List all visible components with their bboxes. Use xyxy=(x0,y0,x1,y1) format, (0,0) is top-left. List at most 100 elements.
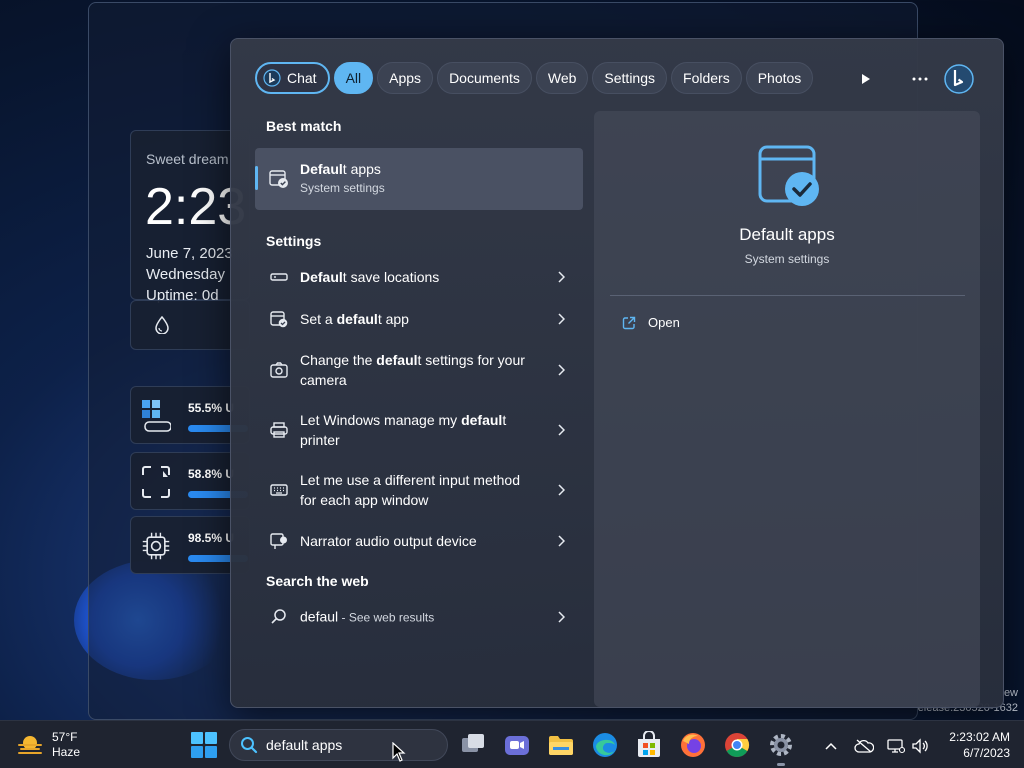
filter-chat-label: Chat xyxy=(287,70,317,86)
filter-photos[interactable]: Photos xyxy=(745,62,814,94)
chevron-right-icon xyxy=(558,484,565,496)
cloud-off-icon xyxy=(854,739,874,753)
weather-temp: 57°F xyxy=(52,730,78,744)
task-view-icon[interactable] xyxy=(459,731,487,759)
file-explorer-icon[interactable] xyxy=(547,731,575,759)
setting-label: Default save locations xyxy=(300,269,440,285)
running-indicator xyxy=(777,763,785,766)
best-match-subtitle: System settings xyxy=(300,181,385,195)
firefox-icon[interactable] xyxy=(679,731,707,759)
options-button[interactable] xyxy=(903,62,937,96)
setting-narrator-output[interactable]: Narrator audio output device xyxy=(255,520,583,562)
mouse-cursor-icon xyxy=(392,742,406,762)
onedrive-tray[interactable] xyxy=(853,735,875,757)
setting-camera-default[interactable]: Change the default settings for your cam… xyxy=(255,340,583,400)
default-apps-icon xyxy=(270,311,288,328)
bing-button[interactable] xyxy=(942,62,976,96)
volume-tray[interactable] xyxy=(909,735,931,757)
best-match-title: Default apps xyxy=(300,161,381,177)
filter-documents[interactable]: Documents xyxy=(437,62,532,94)
narrator-icon xyxy=(270,533,287,549)
setting-set-default-app[interactable]: Set a default app xyxy=(255,298,583,340)
open-label: Open xyxy=(648,315,680,330)
setting-label: Change the default settings for your cam… xyxy=(300,352,525,388)
open-external-icon xyxy=(622,316,636,329)
setting-input-method[interactable]: Let me use a different input method for … xyxy=(255,460,583,520)
default-apps-icon xyxy=(758,145,819,206)
clock-date: 6/7/2023 xyxy=(963,746,1010,760)
preview-subtitle: System settings xyxy=(744,252,830,266)
microsoft-store-icon[interactable] xyxy=(635,731,663,759)
taskbar-search-box[interactable] xyxy=(229,729,448,761)
chevron-right-icon xyxy=(558,535,565,547)
taskbar: 57°F Haze default apps 2:23:02 AM 6/7/20… xyxy=(0,720,1024,768)
clock-time: 2:23:02 AM xyxy=(949,730,1010,744)
edge-icon[interactable] xyxy=(591,731,619,759)
web-search-label: defaul - See web results xyxy=(300,608,435,625)
search-web-header: Search the web xyxy=(266,573,369,589)
widget-greeting: Sweet dream xyxy=(146,151,229,167)
cpu-usage: 98.5% U xyxy=(188,531,235,545)
water-drop-icon xyxy=(155,316,169,334)
haze-icon xyxy=(18,736,42,754)
setting-default-printer[interactable]: Let Windows manage my default printer xyxy=(255,400,583,460)
web-search-result[interactable]: defaul - See web results xyxy=(255,596,583,638)
printer-icon xyxy=(270,422,288,438)
search-results: Best match Default apps System settings … xyxy=(255,111,591,638)
bing-chat-icon xyxy=(263,69,281,87)
system-widget: Sweet dream 2:23 June 7, 2023 Wednesday … xyxy=(130,130,250,575)
open-button[interactable]: Open xyxy=(622,315,680,330)
filter-folders[interactable]: Folders xyxy=(671,62,742,94)
chevron-right-icon xyxy=(558,313,565,325)
storage-bar-icon xyxy=(270,273,288,281)
bing-icon xyxy=(944,64,974,94)
preview-divider xyxy=(610,295,965,296)
setting-default-save-locations[interactable]: Default save locations xyxy=(255,256,583,298)
preview-title: Default apps xyxy=(739,225,835,244)
teams-chat-icon[interactable] xyxy=(503,731,531,759)
settings-gear-icon[interactable] xyxy=(767,731,795,759)
camera-icon xyxy=(270,362,288,378)
setting-label: Let Windows manage my default printer xyxy=(300,412,507,448)
setting-label: Set a default app xyxy=(300,311,409,327)
network-tray[interactable] xyxy=(885,735,907,757)
default-apps-icon xyxy=(269,170,288,188)
settings-header: Settings xyxy=(266,233,322,249)
chevron-right-icon xyxy=(558,424,565,436)
storage-icon xyxy=(142,466,170,498)
weather-widget[interactable]: 57°F Haze xyxy=(16,729,80,761)
keyboard-icon xyxy=(270,484,288,496)
weather-condition: Haze xyxy=(52,745,81,759)
widget-day: Wednesday xyxy=(146,266,225,283)
search-filters: Chat All Apps Documents Web Settings Fol… xyxy=(255,62,814,96)
best-match-default-apps[interactable]: Default apps System settings xyxy=(255,148,583,210)
taskbar-clock[interactable]: 2:23:02 AM 6/7/2023 xyxy=(938,729,1010,761)
best-match-header: Best match xyxy=(266,118,342,134)
windows-start-icon[interactable] xyxy=(190,731,218,759)
play-icon xyxy=(862,74,870,84)
filter-chat[interactable]: Chat xyxy=(255,62,330,94)
chevron-right-icon xyxy=(558,271,565,283)
widget-date: June 7, 2023 xyxy=(146,245,233,262)
memory-usage: 55.5% U xyxy=(188,401,235,415)
search-icon xyxy=(241,737,258,754)
search-icon xyxy=(271,609,286,624)
filter-settings[interactable]: Settings xyxy=(592,62,668,94)
more-filters-button[interactable] xyxy=(849,62,883,96)
setting-label: Let me use a different input method for … xyxy=(300,472,520,508)
chevron-right-icon xyxy=(558,611,565,623)
chrome-icon[interactable] xyxy=(723,731,751,759)
filter-apps[interactable]: Apps xyxy=(377,62,434,94)
weather-text: 57°F Haze xyxy=(52,730,80,760)
cpu-icon xyxy=(142,532,170,560)
chevron-up-icon xyxy=(825,742,837,750)
setting-label: Narrator audio output device xyxy=(300,533,477,549)
widget-date-block: June 7, 2023 Wednesday Uptime: 0d xyxy=(146,243,233,306)
filter-web[interactable]: Web xyxy=(535,62,589,94)
speaker-icon xyxy=(912,738,928,754)
result-preview: Default apps System settings Open xyxy=(594,111,980,707)
ellipsis-icon xyxy=(912,77,928,81)
filter-all[interactable]: All xyxy=(333,62,374,94)
network-icon xyxy=(887,739,905,754)
show-hidden-icons-button[interactable] xyxy=(820,735,842,757)
